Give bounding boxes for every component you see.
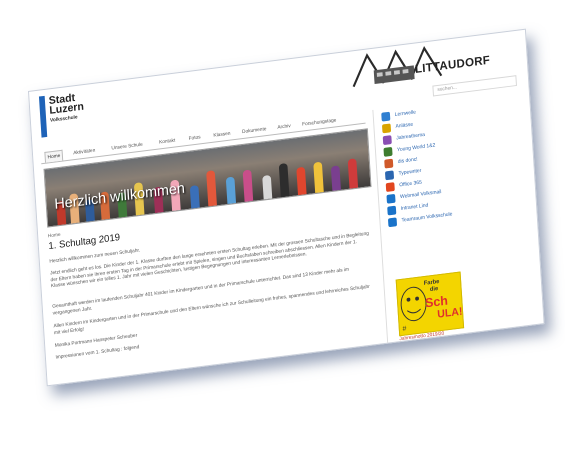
city-logo-bar	[38, 95, 48, 138]
banner-person	[225, 176, 237, 205]
nav-forschungstage[interactable]: Forschungstage	[300, 115, 339, 130]
sidebar-item-dis-donc[interactable]: dis donc!	[384, 157, 418, 170]
sidebar-item-webmail[interactable]: Webmail Volksmail	[386, 189, 442, 205]
dis-donc-icon	[384, 158, 394, 169]
banner-person	[313, 161, 324, 194]
sidebar-item-typewriter[interactable]: Typewriter	[384, 168, 422, 181]
sidebar-item-label: Teamraum Volksschule	[401, 211, 453, 224]
website-page: Stadt Luzern Volksschule LITTAUDORF such…	[28, 28, 545, 387]
jahresmotto-poster[interactable]: # Farbe die Sch ULA!	[395, 271, 465, 337]
calendar-icon	[381, 123, 392, 134]
banner-person	[189, 185, 200, 209]
sidebar-item-label: Typewriter	[398, 167, 422, 177]
theme-icon	[382, 135, 392, 146]
poster-text: die	[429, 286, 439, 293]
svg-text:#: #	[402, 325, 406, 333]
sidebar-item-label: Anlässe	[395, 121, 414, 130]
typewriter-icon	[384, 170, 395, 181]
banner-person	[206, 170, 217, 207]
webmail-icon	[386, 193, 396, 204]
office365-icon	[385, 182, 395, 193]
banner-person	[330, 165, 341, 191]
nav-unsere-schule[interactable]: Unsere Schule	[109, 140, 145, 154]
nav-klassen[interactable]: Klassen	[211, 129, 232, 141]
sidebar-item-label: Webmail Volksmail	[399, 189, 442, 201]
breadcrumb[interactable]: Home	[48, 232, 61, 239]
teamraum-icon	[387, 217, 398, 228]
banner-person	[296, 166, 307, 196]
sidebar-item-label: dis donc!	[397, 156, 418, 165]
banner-person	[262, 174, 273, 200]
city-logo-line2: Luzern	[49, 100, 85, 117]
sidebar-item-office365[interactable]: Office 365	[385, 180, 422, 193]
sidebar-item-young-world[interactable]: Young World 1&2	[383, 143, 435, 158]
sidebar-item-teamraum[interactable]: Teamraum Volksschule	[387, 211, 453, 228]
banner-person	[242, 169, 254, 202]
sidebar: Lernwelle Anlässe Jahresthema Young Worl…	[372, 91, 536, 343]
banner-person	[278, 163, 290, 198]
nav-kontakt[interactable]: Kontakt	[157, 135, 178, 147]
nav-fotos[interactable]: Fotos	[186, 132, 202, 144]
banner-person	[347, 158, 359, 189]
screenshot-stage: Stadt Luzern Volksschule LITTAUDORF such…	[0, 0, 565, 450]
intranet-icon	[387, 205, 397, 216]
sidebar-item-jahresthema[interactable]: Jahresthema	[382, 132, 425, 146]
sidebar-item-label: Intranet Lind	[400, 202, 429, 212]
nav-home[interactable]: Home	[44, 149, 64, 163]
sidebar-item-label: Office 365	[399, 179, 422, 189]
sidebar-item-label: Young World 1&2	[396, 142, 436, 154]
nav-aktivitaeten[interactable]: Aktivitäten	[71, 145, 97, 158]
nav-dokumente[interactable]: Dokumente	[240, 124, 269, 137]
nav-archiv[interactable]: Archiv	[275, 121, 293, 133]
young-world-icon	[383, 146, 393, 157]
sidebar-item-lernwelle[interactable]: Lernwelle	[381, 109, 416, 123]
lernwelle-icon	[381, 111, 391, 122]
sidebar-item-anlaesse[interactable]: Anlässe	[381, 122, 413, 135]
sidebar-item-label: Jahresthema	[396, 131, 426, 142]
sidebar-item-label: Lernwelle	[394, 109, 417, 118]
sidebar-item-intranet[interactable]: Intranet Lind	[387, 203, 428, 217]
